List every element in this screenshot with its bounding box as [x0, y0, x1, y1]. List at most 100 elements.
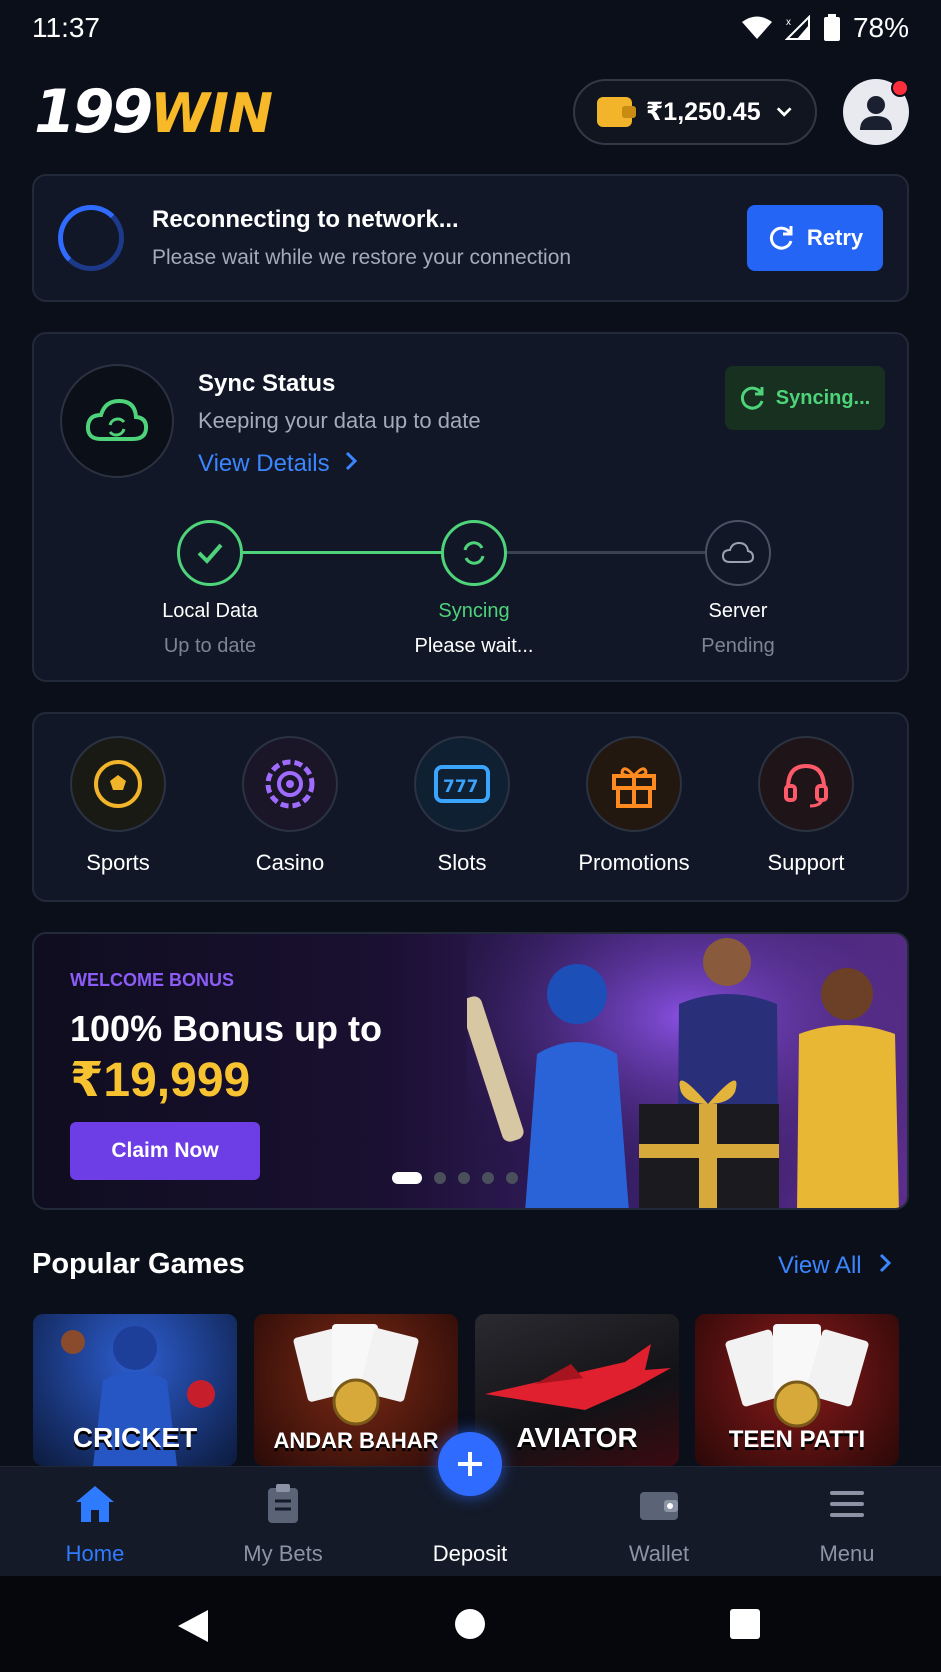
- banner-amount: ₹19,999: [70, 1054, 251, 1107]
- loading-spinner: [58, 205, 124, 271]
- system-navigation-bar: [0, 1576, 941, 1672]
- sync-step-server: Server Pending: [638, 520, 838, 658]
- pagination-dot[interactable]: [482, 1172, 494, 1184]
- banner-athletes-image: [467, 934, 907, 1208]
- home-circle-icon[interactable]: [454, 1608, 486, 1640]
- quick-link-label: Slots: [437, 850, 487, 875]
- nav-my-bets[interactable]: My Bets: [213, 1481, 353, 1567]
- recents-icon[interactable]: [729, 1608, 761, 1640]
- quick-link-support[interactable]: Support: [726, 736, 886, 876]
- quick-links-card: Sports Casino 777 Slots Promotions Suppo…: [32, 712, 909, 902]
- view-all-link[interactable]: View All: [778, 1252, 892, 1280]
- view-details-label: View Details: [198, 450, 330, 477]
- pagination-dot[interactable]: [458, 1172, 470, 1184]
- clipboard-icon: [268, 1484, 298, 1523]
- nav-label: My Bets: [243, 1541, 323, 1566]
- slot-machine-icon: 777: [434, 765, 490, 803]
- pagination-dot-active[interactable]: [392, 1172, 422, 1184]
- popular-games-title: Popular Games: [32, 1248, 245, 1280]
- quick-link-slots[interactable]: 777 Slots: [382, 736, 542, 876]
- welcome-bonus-banner[interactable]: WELCOME BONUS 100% Bonus up to ₹19,999 C…: [32, 932, 909, 1210]
- quick-link-label: Promotions: [578, 850, 690, 875]
- gift-icon: [612, 767, 656, 808]
- game-tile-andar-bahar[interactable]: ANDAR BAHAR: [254, 1314, 458, 1466]
- reconnect-title: Reconnecting to network...: [152, 206, 459, 233]
- balance-button[interactable]: ₹1,250.45: [573, 79, 817, 145]
- banner-tag: WELCOME BONUS: [70, 970, 234, 990]
- sync-step-local: Local Data Up to date: [110, 520, 310, 658]
- cloud-sync-icon: [85, 398, 149, 441]
- clock: 11:37: [32, 12, 100, 43]
- app-logo[interactable]: 199 WIN: [34, 77, 273, 147]
- wifi-icon: [741, 16, 772, 39]
- plus-icon: [458, 1452, 482, 1476]
- game-name: ANDAR BAHAR: [273, 1428, 439, 1453]
- game-tile-teen-patti[interactable]: TEEN PATTI: [695, 1314, 899, 1466]
- pagination-dot[interactable]: [434, 1172, 446, 1184]
- step-syncing-name: Syncing: [438, 600, 510, 622]
- chevron-right-icon: [346, 451, 358, 471]
- game-tile-aviator[interactable]: AVIATOR: [475, 1314, 679, 1466]
- casino-chip-icon: [265, 759, 315, 809]
- syncing-status-badge: Syncing...: [725, 366, 885, 430]
- sync-step-syncing: Syncing Please wait...: [374, 520, 574, 658]
- notification-dot: [891, 79, 909, 97]
- svg-text:777: 777: [443, 777, 479, 797]
- quick-link-label: Sports: [86, 850, 150, 875]
- check-icon: [197, 543, 223, 564]
- quick-link-label: Casino: [255, 850, 325, 875]
- quick-link-label: Support: [767, 850, 845, 875]
- nav-label: Home: [65, 1541, 125, 1566]
- battery-percent: 78%: [852, 12, 909, 43]
- logo-word: WIN: [150, 82, 273, 145]
- step-server-indicator: [705, 520, 771, 586]
- view-all-label: View All: [778, 1252, 862, 1279]
- quick-link-casino[interactable]: Casino: [210, 736, 370, 876]
- pagination-dot[interactable]: [506, 1172, 518, 1184]
- step-local-status: Up to date: [163, 635, 257, 657]
- nav-label: Menu: [819, 1541, 875, 1566]
- wallet-icon: [640, 1492, 678, 1520]
- step-server-name: Server: [708, 600, 768, 622]
- banner-title: 100% Bonus up to: [70, 1008, 383, 1049]
- quick-link-sports[interactable]: Sports: [38, 736, 198, 876]
- battery-icon: [823, 14, 840, 41]
- app-header: 199 WIN ₹1,250.45: [0, 60, 941, 164]
- deposit-fab-button[interactable]: [438, 1432, 502, 1496]
- retry-label: Retry: [806, 225, 864, 250]
- step-syncing-indicator: [441, 520, 507, 586]
- view-details-link[interactable]: View Details: [198, 450, 358, 478]
- claim-now-button[interactable]: Claim Now: [70, 1122, 260, 1180]
- game-tile-cricket[interactable]: CRICKET: [33, 1314, 237, 1466]
- nav-wallet[interactable]: Wallet: [589, 1481, 729, 1567]
- home-icon: [76, 1486, 114, 1522]
- game-name: CRICKET: [72, 1422, 198, 1453]
- chevron-right-icon: [880, 1253, 892, 1273]
- wallet-icon: [597, 97, 636, 127]
- nav-label: Deposit: [432, 1541, 508, 1566]
- svg-text:x: x: [786, 17, 791, 28]
- sync-title: Sync Status: [198, 370, 336, 397]
- headset-icon: [784, 763, 828, 808]
- sync-status-card: Sync Status Keeping your data up to date…: [32, 332, 909, 682]
- nav-label: Wallet: [628, 1541, 690, 1566]
- reconnect-subtitle: Please wait while we restore your connec…: [152, 246, 572, 269]
- game-name: TEEN PATTI: [728, 1426, 866, 1453]
- balance-amount: ₹1,250.45: [645, 98, 761, 126]
- profile-avatar[interactable]: [843, 79, 909, 145]
- logo-number: 199: [34, 77, 153, 147]
- retry-button[interactable]: Retry: [747, 205, 883, 271]
- soccer-ball-icon: [94, 760, 142, 808]
- sync-cloud-badge: [60, 364, 174, 478]
- cloud-icon: [721, 541, 755, 563]
- sync-subtitle: Keeping your data up to date: [198, 408, 481, 433]
- step-local-name: Local Data: [162, 600, 258, 622]
- status-bar: 11:37 x 78%: [0, 0, 941, 56]
- reconnect-card: Reconnecting to network... Please wait w…: [32, 174, 909, 302]
- quick-link-promotions[interactable]: Promotions: [554, 736, 714, 876]
- refresh-icon: [769, 226, 793, 250]
- signal-icon: x: [784, 15, 810, 40]
- nav-menu[interactable]: Menu: [777, 1481, 917, 1567]
- nav-home[interactable]: Home: [25, 1481, 165, 1567]
- back-icon[interactable]: [176, 1608, 210, 1644]
